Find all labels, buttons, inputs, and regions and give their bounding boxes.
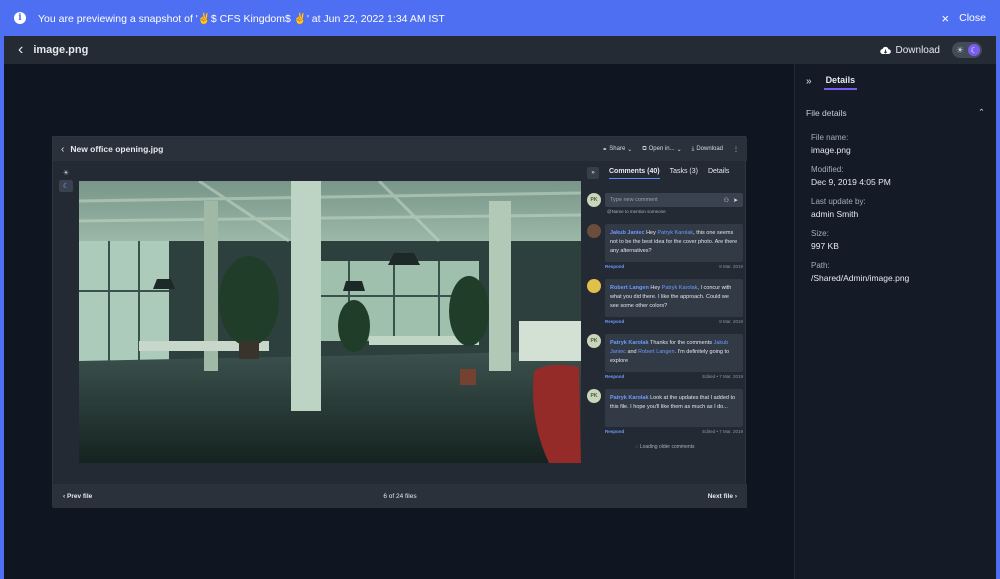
collapse-panel-icon[interactable]: » (806, 76, 812, 87)
close-banner-button[interactable]: × Close (942, 12, 986, 25)
spinner-icon: ◌ (635, 444, 639, 450)
office-photo-illustration (79, 181, 581, 463)
preview-header: ‹ image.png Download ☀ ☾ (4, 36, 996, 64)
field-value: /Shared/Admin/image.png (811, 273, 910, 283)
inner-open-in: ⧉ Open in... ⌄ (642, 145, 682, 153)
info-icon: i (14, 12, 26, 24)
new-comment-input: Type new comment ⚇ ➤ (605, 193, 743, 207)
mention-hint: @Name to mention someone (607, 209, 666, 214)
file-details-section[interactable]: File details ⌃ (806, 107, 985, 118)
external-icon: ⧉ (642, 145, 647, 152)
panel-tabs: » Comments (40) Tasks (3) Details (587, 165, 743, 181)
file-pagination: ‹ Prev file 6 of 24 files Next file › (53, 484, 747, 508)
inner-sun-icon: ☀ (62, 170, 70, 177)
section-title: File details (806, 107, 847, 118)
download-label: Download (895, 44, 940, 56)
download-button[interactable]: Download (879, 44, 940, 56)
inner-back-icon: ‹ (61, 143, 65, 155)
more-icon: ⋮ (733, 146, 739, 153)
comment-bubble: Robert Langen Hey Patryk Karolak, I conc… (605, 279, 743, 317)
avatar (587, 279, 601, 293)
send-icon: ➤ (732, 197, 738, 204)
file-counter: 6 of 24 files (383, 492, 417, 500)
comment-item: Jakub Janiec Hey Patryk Karolak, this on… (587, 224, 743, 269)
add-user-icon: ⚇ (723, 197, 729, 204)
tab-tasks: Tasks (3) (669, 168, 698, 175)
inner-share: ⚭ Share ⌄ (602, 146, 633, 153)
page-title: image.png (33, 44, 89, 56)
comment-bubble: Patryk Karolak Look at the updates that … (605, 389, 743, 427)
field-label: Size: (811, 229, 829, 238)
snapshot-banner: i You are previewing a snapshot of '✌$ C… (0, 0, 1000, 36)
inner-moon-icon: ☾ (59, 180, 73, 192)
back-arrow-icon[interactable]: ‹ (18, 41, 23, 59)
field-label: Modified: (811, 165, 844, 174)
comment-item: PK Patryk Karolak Look at the updates th… (587, 389, 743, 434)
theme-toggle[interactable]: ☀ ☾ (952, 42, 982, 58)
close-icon: × (941, 10, 950, 26)
details-panel: » Details File details ⌃ File name: imag… (794, 64, 996, 579)
field-value: admin Smith (811, 209, 859, 219)
sun-icon: ☀ (955, 44, 965, 55)
file-details-list: File name: image.png Modified: Dec 9, 20… (806, 133, 985, 283)
close-label: Close (959, 12, 986, 24)
loading-indicator: ◌ Loading older comments (635, 444, 695, 450)
next-file: Next file › (707, 492, 737, 500)
avatar: PK (587, 193, 601, 207)
inner-title: New office opening.jpg (70, 144, 164, 154)
cloud-download-icon (879, 46, 891, 54)
chevron-down-icon: ⌄ (676, 146, 682, 153)
comment-bubble: Patryk Karolak Thanks for the comments J… (605, 334, 743, 372)
comment-item: PK Patryk Karolak Thanks for the comment… (587, 334, 743, 379)
tab-details[interactable]: Details (823, 72, 858, 90)
field-value: 997 KB (811, 241, 839, 251)
chevron-up-icon: ⌃ (977, 107, 985, 117)
inner-theme-switch: ☀ ☾ (59, 167, 73, 193)
avatar: PK (587, 334, 601, 348)
field-label: File name: (811, 133, 849, 142)
comment-item: Robert Langen Hey Patryk Karolak, I conc… (587, 279, 743, 324)
chevron-down-icon: ⌄ (627, 146, 633, 153)
collapse-icon: » (587, 167, 599, 179)
prev-file: ‹ Prev file (63, 492, 93, 500)
right-border (996, 36, 1000, 579)
tab-details: Details (707, 168, 730, 175)
banner-message: You are previewing a snapshot of '✌$ CFS… (38, 12, 445, 25)
field-value: image.png (811, 145, 851, 155)
inner-header: ‹ New office opening.jpg ⚭ Share ⌄ ⧉ Open i… (53, 137, 747, 161)
field-value: Dec 9, 2019 4:05 PM (811, 177, 891, 187)
avatar (587, 224, 601, 238)
image-viewer: ‹ New office opening.jpg ⚭ Share ⌄ ⧉ Open i… (4, 64, 794, 579)
field-label: Last update by: (811, 197, 866, 206)
inner-download: ⤓ Download (691, 145, 723, 153)
comments-panel: » Comments (40) Tasks (3) Details PK Typ… (587, 165, 743, 480)
details-tabs: » Details (806, 64, 985, 98)
comment-bubble: Jakub Janiec Hey Patryk Karolak, this on… (605, 224, 743, 262)
download-icon: ⤓ (691, 145, 695, 152)
avatar: PK (587, 389, 601, 403)
preview-image-frame: ‹ New office opening.jpg ⚭ Share ⌄ ⧉ Open i… (52, 136, 747, 508)
field-label: Path: (811, 261, 830, 270)
link-icon: ⚭ (602, 146, 608, 153)
moon-icon: ☾ (968, 44, 980, 56)
new-comment: PK Type new comment ⚇ ➤ (587, 193, 743, 207)
office-photo (79, 181, 581, 463)
tab-comments: Comments (40) (609, 168, 660, 179)
